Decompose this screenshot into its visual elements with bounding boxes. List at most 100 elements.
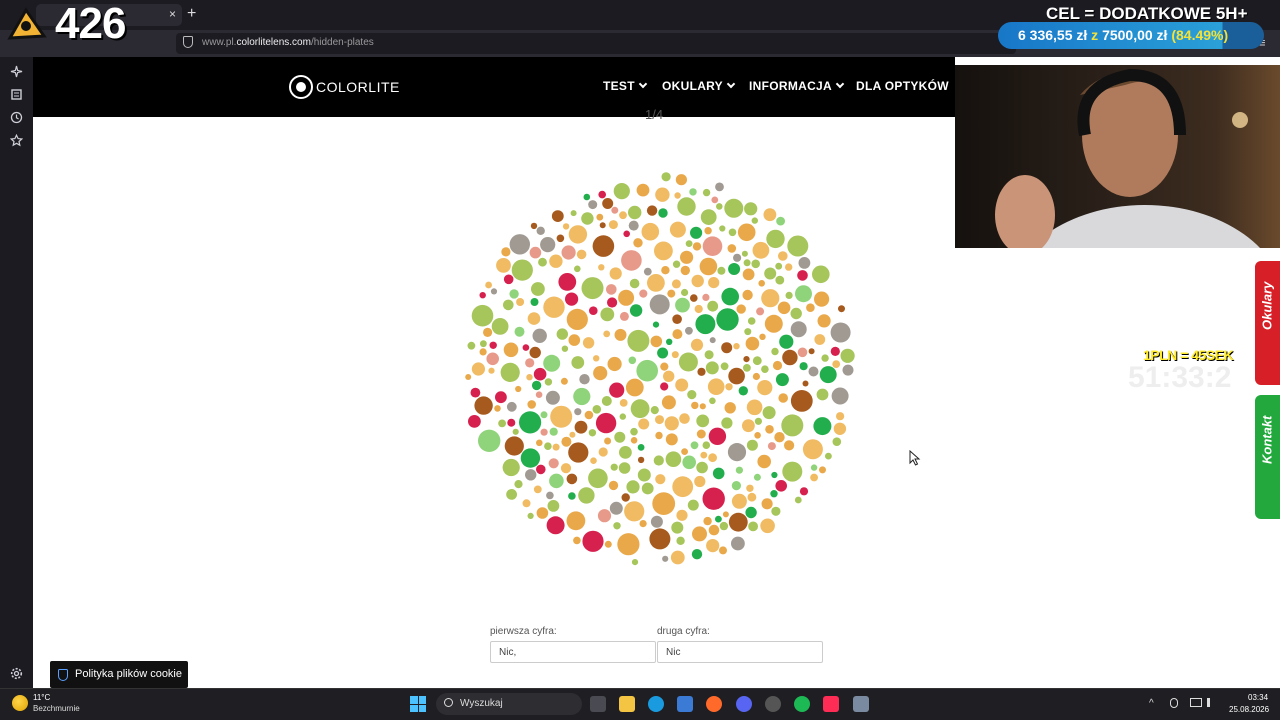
nav-okulary[interactable]: OKULARY: [662, 79, 736, 93]
plate-dot: [652, 321, 660, 328]
discord-icon[interactable]: [736, 696, 752, 712]
tabs-icon[interactable]: [10, 88, 23, 101]
weather-desc[interactable]: Bezchmurnie: [33, 704, 80, 713]
plate-dot: [743, 356, 750, 363]
plate-dot: [707, 300, 719, 312]
plate-dot: [561, 436, 572, 447]
first-digit-input[interactable]: [490, 641, 656, 663]
second-digit-input[interactable]: [657, 641, 823, 663]
plate-dot: [514, 480, 523, 489]
goal-amount: 6 336,55 zł z 7500,00 zł (84.49%): [1018, 27, 1228, 43]
plate-dot: [576, 249, 587, 260]
plate-dot: [771, 506, 781, 516]
firefox-icon[interactable]: [706, 696, 722, 712]
history-icon[interactable]: [10, 111, 23, 124]
plate-dot: [611, 206, 619, 214]
plate-dot: [631, 559, 639, 566]
plate-dot: [808, 348, 815, 355]
plate-dot: [767, 442, 776, 451]
plate-dot: [744, 328, 752, 336]
plate-dot: [584, 410, 594, 420]
plate-dot: [746, 484, 754, 492]
cookie-policy-button[interactable]: Polityka plików cookie: [50, 661, 188, 688]
plate-dot: [592, 405, 602, 414]
plate-dot: [665, 451, 682, 468]
microphone-icon[interactable]: [1170, 698, 1178, 708]
plate-dot: [471, 304, 494, 327]
task-view-icon[interactable]: [590, 696, 606, 712]
plate-dot: [558, 273, 577, 291]
plate-dot: [819, 366, 837, 384]
plate-dot: [509, 234, 530, 255]
plate-dot: [743, 259, 751, 267]
webcam-feed: [955, 65, 1280, 248]
color-blindness-test-plate: [465, 172, 855, 566]
side-tab-kontakt[interactable]: Kontakt: [1255, 395, 1280, 519]
plate-dot: [512, 428, 519, 435]
nav-dla-optykow[interactable]: DLA OPTYKÓW: [856, 79, 949, 93]
plate-dot: [531, 380, 542, 391]
plate-dot: [655, 415, 664, 425]
new-tab-button[interactable]: +: [187, 5, 196, 23]
nav-test[interactable]: TEST: [603, 79, 648, 93]
spotify-icon[interactable]: [794, 696, 810, 712]
tray-chevron-up-icon[interactable]: ^: [1149, 698, 1154, 709]
edge-browser-icon[interactable]: [648, 696, 664, 712]
plate-dot: [530, 298, 539, 306]
plate-dot: [479, 292, 486, 299]
clock-time[interactable]: 03:34: [1248, 693, 1268, 702]
plate-dot: [810, 464, 818, 471]
plate-dot: [655, 474, 666, 485]
shield-icon[interactable]: [183, 36, 193, 48]
plate-dot: [619, 413, 626, 420]
plate-dot: [748, 521, 758, 532]
plate-dot: [498, 419, 506, 428]
plate-dot: [790, 390, 813, 412]
plate-dot: [495, 391, 507, 404]
plate-dot: [670, 550, 685, 565]
plate-dot: [671, 279, 681, 289]
plate-dot: [799, 362, 808, 371]
plate-dot: [569, 431, 576, 438]
clock-date[interactable]: 25.08.2026: [1229, 705, 1269, 714]
sparkle-icon[interactable]: [10, 65, 23, 78]
nav-informacja[interactable]: INFORMACJA: [749, 79, 845, 93]
windows-start-icon[interactable]: [410, 696, 426, 712]
settings-app-icon[interactable]: [853, 696, 869, 712]
plate-dot: [687, 499, 699, 511]
close-tab-icon[interactable]: ×: [169, 7, 176, 21]
plate-dot: [566, 473, 578, 485]
plate-dot: [627, 329, 650, 352]
side-tab-okulary[interactable]: Okulary: [1255, 261, 1280, 385]
plate-dot: [700, 209, 717, 225]
network-icon[interactable]: [1190, 698, 1202, 707]
plate-dot: [709, 337, 716, 344]
plate-dot: [546, 516, 565, 535]
steam-icon[interactable]: [765, 696, 781, 712]
plate-dot: [746, 399, 763, 416]
plate-dot: [649, 294, 670, 315]
plate-dot: [704, 227, 712, 235]
plate-dot: [721, 342, 733, 354]
weather-temp[interactable]: 11°C: [33, 693, 50, 702]
bookmark-star-icon[interactable]: [10, 134, 23, 147]
side-tab-kontakt-label: Kontakt: [1259, 415, 1275, 464]
tiktok-icon[interactable]: [823, 696, 839, 712]
weather-sun-icon[interactable]: [12, 695, 28, 711]
plate-dot: [588, 200, 598, 210]
plate-dot: [708, 277, 720, 289]
file-explorer-icon[interactable]: [619, 696, 635, 712]
store-icon[interactable]: [677, 696, 693, 712]
plate-dot: [832, 360, 841, 368]
plate-dot: [702, 487, 725, 510]
plate-dot: [607, 297, 618, 308]
plate-dot: [641, 222, 660, 241]
settings-gear-icon[interactable]: [10, 667, 23, 680]
plate-dot: [653, 455, 664, 466]
taskbar-search-box[interactable]: Wyszukaj: [436, 693, 582, 715]
plate-dot: [588, 468, 608, 489]
volume-icon[interactable]: [1207, 698, 1217, 707]
colorlite-logo[interactable]: COLORLITE: [289, 75, 400, 99]
url-text[interactable]: www.pl.colorlitelens.com/hidden-plates: [202, 37, 374, 48]
plate-dot: [661, 266, 670, 275]
